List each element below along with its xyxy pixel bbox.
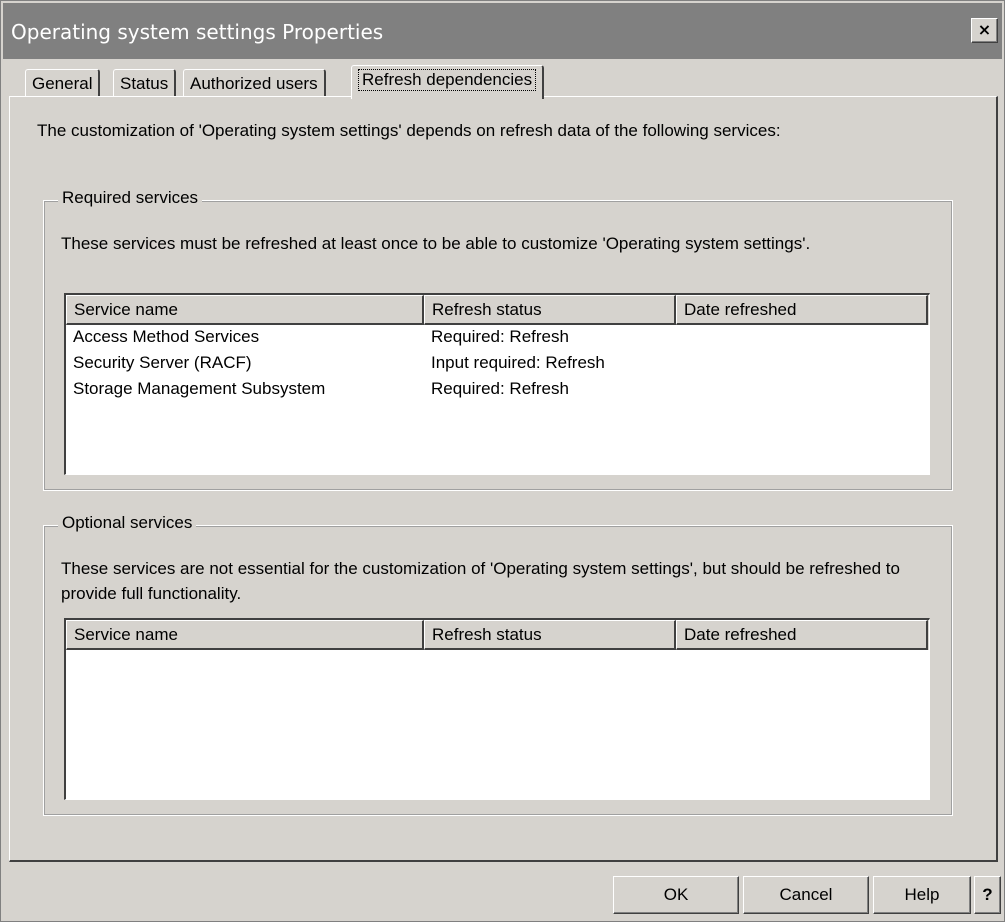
tab-general[interactable]: General — [25, 69, 101, 98]
tab-general-label: General — [32, 74, 93, 93]
close-button[interactable]: × — [971, 18, 998, 43]
required-services-description: These services must be refreshed at leas… — [61, 234, 811, 253]
refresh-status-cell: Input required: Refresh — [431, 353, 605, 372]
tab-authorized-users-label: Authorized users — [190, 74, 318, 93]
service-name-cell: Access Method Services — [73, 327, 260, 346]
required-services-table[interactable]: Service name Refresh status Date refresh… — [64, 293, 930, 475]
tab-status-label: Status — [120, 74, 169, 93]
optional-services-group: Optional services These services are not… — [43, 513, 953, 816]
properties-dialog: Operating system settings Properties × G… — [0, 0, 1005, 922]
column-header-service-name[interactable]: Service name — [66, 295, 424, 325]
column-header-date-refreshed[interactable]: Date refreshed — [676, 295, 928, 325]
title-bar[interactable]: Operating system settings Properties × — [3, 3, 1002, 59]
service-name-cell: Security Server (RACF) — [73, 353, 252, 372]
tab-refresh-dependencies[interactable]: Refresh dependencies — [351, 65, 545, 99]
optional-services-legend: Optional services — [58, 513, 197, 533]
cancel-button[interactable]: Cancel — [743, 876, 869, 914]
column-header-service-name[interactable]: Service name — [66, 620, 424, 650]
help-button[interactable]: Help — [873, 876, 971, 914]
context-help-button[interactable]: ? — [974, 876, 1001, 914]
column-header-refresh-status[interactable]: Refresh status — [424, 295, 676, 325]
tab-authorized-users[interactable]: Authorized users — [183, 69, 326, 98]
close-icon: × — [977, 20, 992, 39]
intro-text: The customization of 'Operating system s… — [37, 121, 781, 140]
column-header-refresh-status[interactable]: Refresh status — [424, 620, 676, 650]
question-mark-icon: ? — [982, 885, 993, 904]
refresh-status-cell: Required: Refresh — [431, 379, 569, 398]
table-header: Service name Refresh status Date refresh… — [66, 295, 929, 325]
window-title: Operating system settings Properties — [11, 20, 384, 44]
table-row[interactable]: Storage Management Subsystem Required: R… — [66, 377, 929, 403]
refresh-status-cell: Required: Refresh — [431, 327, 569, 346]
required-services-legend: Required services — [58, 188, 203, 208]
table-row[interactable]: Security Server (RACF) Input required: R… — [66, 351, 929, 377]
optional-services-table[interactable]: Service name Refresh status Date refresh… — [64, 618, 930, 800]
table-row[interactable]: Access Method Services Required: Refresh — [66, 325, 929, 351]
ok-button[interactable]: OK — [613, 876, 739, 914]
column-header-date-refreshed[interactable]: Date refreshed — [676, 620, 928, 650]
tab-refresh-dependencies-label: Refresh dependencies — [358, 69, 537, 91]
required-services-group: Required services These services must be… — [43, 188, 953, 491]
table-header: Service name Refresh status Date refresh… — [66, 620, 929, 650]
optional-services-description: These services are not essential for the… — [61, 559, 900, 603]
service-name-cell: Storage Management Subsystem — [73, 379, 326, 398]
tab-status[interactable]: Status — [113, 69, 177, 98]
tab-panel: The customization of 'Operating system s… — [9, 96, 998, 862]
